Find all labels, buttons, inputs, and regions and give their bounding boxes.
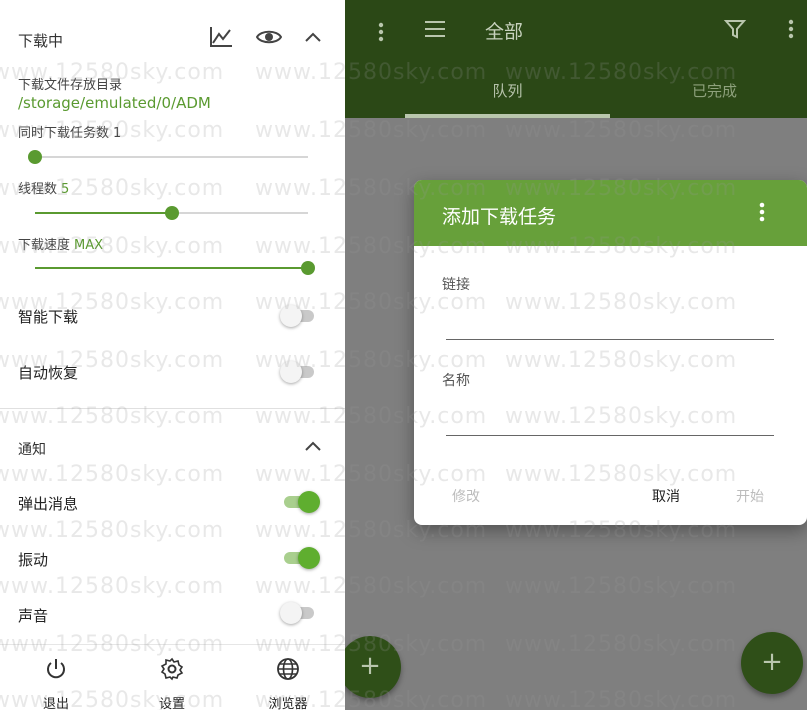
popup-message-label: 弹出消息 [18,495,79,513]
edit-button[interactable]: 修改 [452,486,480,506]
more-vertical-icon[interactable] [785,17,797,41]
speed-text: 下载速度 [18,238,71,253]
section-divider [0,408,345,409]
bottom-nav: 退出 设置 浏览器 [0,644,345,710]
threads-value: 5 [61,182,70,197]
smart-download-toggle[interactable] [280,304,320,328]
download-dir-label: 下载文件存放目录 [18,78,123,93]
sound-toggle[interactable] [280,601,320,625]
filter-icon[interactable] [723,17,747,41]
link-label: 链接 [442,277,470,293]
exit-label: 退出 [42,697,69,710]
settings-button[interactable]: 设置 [132,645,212,710]
globe-icon [276,657,300,681]
concurrent-tasks-value: 1 [113,126,122,141]
tab-indicator [405,114,610,118]
concurrent-tasks-label: 同时下载任务数 1 [18,122,121,141]
start-button[interactable]: 开始 [736,486,764,506]
notify-section-title: 通知 [18,442,46,458]
speed-slider[interactable] [35,258,315,278]
name-input[interactable] [446,408,774,436]
settings-panel: 下载中 下载文件存放目录 /storage/emulated/0/ADM 同时下… [0,0,345,710]
auto-resume-label: 自动恢复 [18,364,79,382]
vibration-label: 振动 [18,551,49,569]
concurrent-tasks-slider[interactable] [28,147,308,167]
add-download-dialog: 添加下载任务 链接 名称 修改 取消 开始 [414,180,807,525]
menu-icon[interactable] [423,17,447,41]
app-bar: 全部 队列 已完成 [345,0,807,118]
app-title: 全部 [485,21,524,43]
chart-icon[interactable] [208,24,234,50]
smart-download-label: 智能下载 [18,308,79,326]
browser-label: 浏览器 [268,697,308,710]
threads-label: 线程数 5 [18,178,69,197]
exit-button[interactable]: 退出 [16,645,96,710]
notify-section-header[interactable]: 通知 [0,430,345,470]
speed-label: 下载速度 MAX [18,234,103,253]
download-section-title: 下载中 [18,32,64,50]
chevron-up-icon[interactable] [300,24,326,50]
more-vertical-icon[interactable] [750,200,774,224]
threads-text: 线程数 [18,182,58,197]
add-fab-button[interactable]: + [741,632,803,694]
concurrent-tasks-text: 同时下载任务数 [18,126,110,141]
slider-thumb[interactable] [28,150,42,164]
name-label: 名称 [442,373,470,389]
gear-icon [160,657,184,681]
download-dir-path[interactable]: /storage/emulated/0/ADM [18,94,211,112]
auto-resume-toggle[interactable] [280,360,320,384]
dialog-title: 添加下载任务 [442,206,557,228]
more-vertical-icon[interactable] [375,20,387,44]
power-icon [44,657,68,681]
settings-label: 设置 [158,697,185,710]
browser-button[interactable]: 浏览器 [248,645,328,710]
threads-slider[interactable] [35,203,308,223]
add-fab-button[interactable]: + [345,636,401,698]
link-input[interactable] [446,312,774,340]
slider-thumb[interactable] [301,261,315,275]
sound-label: 声音 [18,607,49,625]
dialog-header: 添加下载任务 [414,180,807,246]
cancel-button[interactable]: 取消 [652,486,680,506]
tab-completed[interactable]: 已完成 [612,80,807,101]
tab-queue[interactable]: 队列 [405,80,610,101]
speed-value: MAX [74,238,104,253]
download-section-header[interactable]: 下载中 [0,0,345,50]
vibration-toggle[interactable] [280,546,320,570]
popup-message-toggle[interactable] [280,490,320,514]
chevron-up-icon[interactable] [300,433,326,459]
eye-icon[interactable] [255,24,283,50]
slider-thumb[interactable] [164,206,179,220]
